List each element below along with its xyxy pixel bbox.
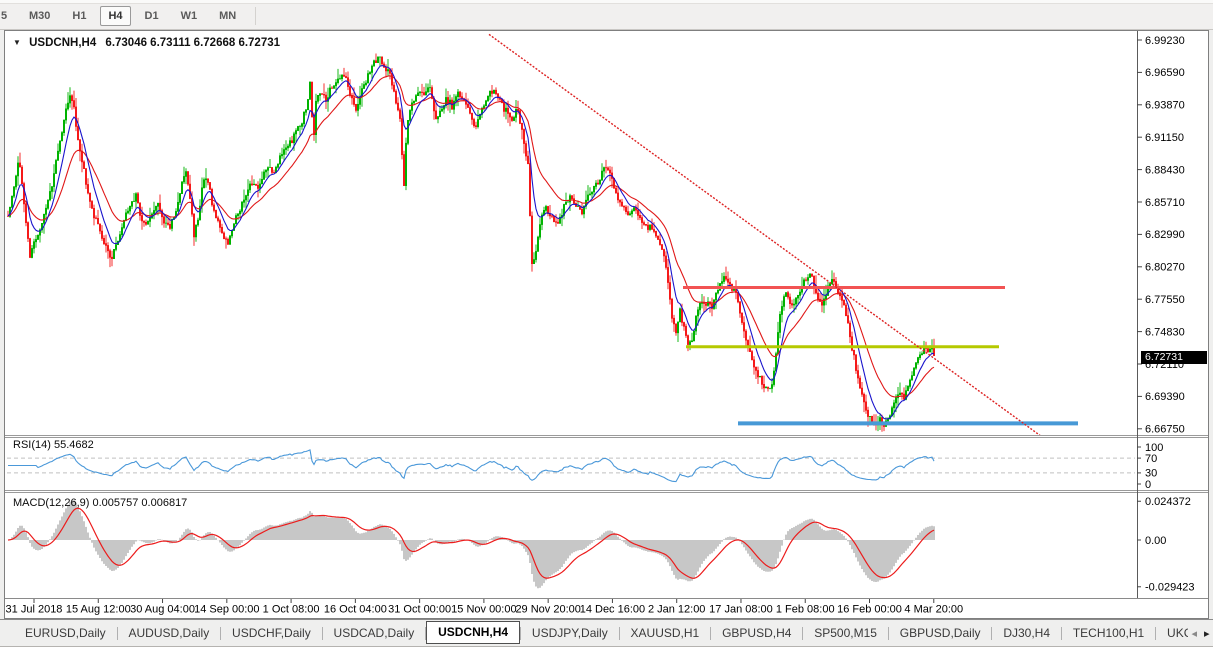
chart-tab-ukc[interactable]: UKC xyxy=(1156,621,1188,646)
chart-tab-usdcad-daily[interactable]: USDCAD,Daily xyxy=(323,621,426,646)
price-axis-label: 6.69390 xyxy=(1145,391,1185,403)
price-axis-label: 6.80270 xyxy=(1145,262,1185,274)
date-axis-label: 16 Oct 04:00 xyxy=(324,604,387,616)
date-axis-label: 2 Jan 12:00 xyxy=(648,604,706,616)
date-axis-label: 15 Aug 12:00 xyxy=(66,604,131,616)
ma-slow-line xyxy=(8,76,934,397)
chart-tab-sp500-m15[interactable]: SP500,M15 xyxy=(803,621,888,646)
chart-tab-tech100-h1[interactable]: TECH100,H1 xyxy=(1062,621,1155,646)
rsi-line xyxy=(8,450,934,482)
descending-trendline[interactable] xyxy=(489,34,1040,435)
chart-tab-dj30-h4[interactable]: DJ30,H4 xyxy=(992,621,1061,646)
chart-window[interactable]: 6.99230 6.96590 6.93870 6.91150 6.88430 6.857… xyxy=(4,30,1209,619)
macd-signal-line xyxy=(8,508,934,578)
price-axis-label: 6.85710 xyxy=(1145,197,1185,209)
chart-ohlc: 6.73046 6.73111 6.72668 6.72731 xyxy=(105,37,280,49)
timeframe-toolbar: 5 M30 H1 H4 D1 W1MN xyxy=(0,0,1213,30)
chart-tab-eurusd-daily[interactable]: EURUSD,Daily xyxy=(14,621,117,646)
price-axis-label: 6.82990 xyxy=(1145,229,1185,241)
date-axis-label: 15 Nov 00:00 xyxy=(451,604,516,616)
rsi-scale-label: 0 xyxy=(1145,479,1151,491)
tab-scroll-left-icon[interactable]: ◂ xyxy=(1188,623,1200,644)
tab-scroll-right-icon[interactable]: ▸ xyxy=(1201,623,1213,644)
candles-down-bodies xyxy=(8,57,934,427)
date-axis-label: 16 Feb 00:00 xyxy=(837,604,902,616)
price-axis-label: 6.88430 xyxy=(1145,164,1185,176)
date-axis-label: 31 Jul 2018 xyxy=(6,604,63,616)
rsi-name: RSI(14) xyxy=(13,439,51,451)
date-axis-label: 1 Feb 08:00 xyxy=(776,604,835,616)
toolbar-separator xyxy=(255,7,256,25)
chart-tab-audusd-daily[interactable]: AUDUSD,Daily xyxy=(118,621,221,646)
rsi-indicator-label: RSI(14) 55.4682 xyxy=(13,439,94,451)
chart-canvas[interactable]: 6.99230 6.96590 6.93870 6.91150 6.88430 6.857… xyxy=(5,31,1208,618)
date-axis-label: 14 Dec 16:00 xyxy=(580,604,645,616)
timeframe-button-mn[interactable]: MN xyxy=(211,6,244,26)
chart-tab-gbpusd-daily[interactable]: GBPUSD,Daily xyxy=(889,621,992,646)
price-axis-label: 6.66750 xyxy=(1145,424,1185,436)
chart-title: ▼ USDCNH,H4 6.73046 6.73111 6.72668 6.72… xyxy=(13,37,280,49)
date-axis-label: 14 Sep 00:00 xyxy=(194,604,259,616)
chart-tab-xauusd-h1[interactable]: XAUUSD,H1 xyxy=(620,621,711,646)
date-axis-label: 4 Mar 20:00 xyxy=(904,604,963,616)
macd-values: 0.005757 0.006817 xyxy=(92,497,187,509)
price-axis-label: 6.74830 xyxy=(1145,326,1185,338)
price-axis-label: 6.93870 xyxy=(1145,100,1185,112)
timeframe-button-w1[interactable]: W1 xyxy=(173,6,206,26)
date-axis-label: 17 Jan 08:00 xyxy=(709,604,773,616)
price-axis-label: 6.96590 xyxy=(1145,67,1185,79)
timeframe-button-5[interactable]: 5 xyxy=(0,6,12,26)
macd-scale-label: 0.00 xyxy=(1145,535,1166,547)
rsi-value: 55.4682 xyxy=(54,439,94,451)
timeframe-button-h1[interactable]: H1 xyxy=(64,6,94,26)
timeframe-button-m30[interactable]: M30 xyxy=(21,6,58,26)
chart-tab-usdcnh-h4[interactable]: USDCNH,H4 xyxy=(426,621,520,644)
timeframe-button-h4[interactable]: H4 xyxy=(100,6,130,26)
macd-scale-label: 0.024372 xyxy=(1145,496,1191,508)
dropdown-triangle-icon[interactable]: ▼ xyxy=(13,38,21,47)
current-price-tag: 6.72731 xyxy=(1141,351,1207,364)
chart-tab-bar: EURUSD,DailyAUDUSD,DailyUSDCHF,DailyUSDC… xyxy=(0,619,1213,647)
price-axis-label: 6.77550 xyxy=(1145,294,1185,306)
price-axis-label: 6.99230 xyxy=(1145,35,1185,47)
macd-name: MACD(12,26,9) xyxy=(13,497,89,509)
chart-symbol: USDCNH,H4 xyxy=(29,37,96,49)
macd-scale-label: -0.029423 xyxy=(1145,582,1195,594)
rsi-scale-label: 70 xyxy=(1145,453,1157,465)
chart-tab-gbpusd-h4[interactable]: GBPUSD,H4 xyxy=(711,621,802,646)
date-axis-label: 29 Nov 20:00 xyxy=(515,604,580,616)
date-axis-label: 31 Oct 00:00 xyxy=(388,604,451,616)
date-axis-label: 30 Aug 04:00 xyxy=(130,604,195,616)
chart-tab-usdchf-daily[interactable]: USDCHF,Daily xyxy=(221,621,322,646)
timeframe-button-d1[interactable]: D1 xyxy=(137,6,167,26)
price-axis-label: 6.91150 xyxy=(1145,132,1184,144)
macd-indicator-label: MACD(12,26,9) 0.005757 0.006817 xyxy=(13,497,187,509)
date-axis-label: 1 Oct 08:00 xyxy=(263,604,320,616)
chart-tab-usdjpy-daily[interactable]: USDJPY,Daily xyxy=(521,621,619,646)
mt4-window: 5 M30 H1 H4 D1 W1MN 6.99230 6.96590 6.93870 6.91… xyxy=(0,0,1213,647)
